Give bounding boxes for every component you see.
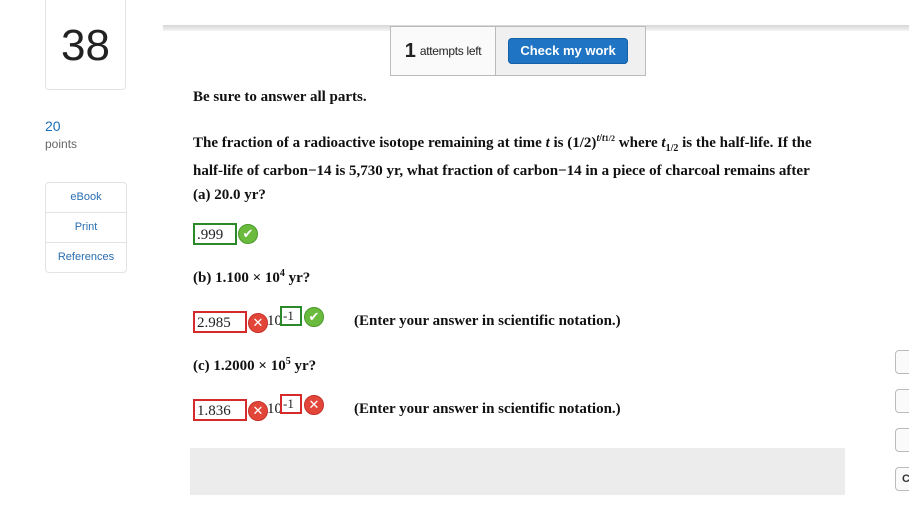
part-a-label: (a) 20.0 yr? bbox=[193, 187, 266, 203]
points-value: 20 bbox=[45, 118, 61, 134]
side-button[interactable] bbox=[895, 428, 909, 452]
part-c-label: (c) 1.2000 × 105 yr? bbox=[193, 356, 317, 374]
footer-panel bbox=[190, 448, 845, 495]
part-b-answer-input[interactable]: 2.985 bbox=[193, 311, 247, 333]
part-b-exponent-input[interactable]: -1 bbox=[280, 306, 302, 326]
part-c-note: (Enter your answer in scientific notatio… bbox=[354, 401, 621, 417]
part-b-note: (Enter your answer in scientific notatio… bbox=[354, 313, 621, 329]
attempt-toolbar: 1 attempts left Check my work bbox=[390, 26, 646, 76]
side-button[interactable] bbox=[895, 350, 909, 374]
part-c-exponent-input[interactable]: -1 bbox=[280, 394, 302, 414]
x-icon: ✕ bbox=[248, 401, 268, 421]
question-number: 38 bbox=[45, 0, 126, 90]
side-button[interactable]: C bbox=[895, 467, 909, 491]
attempts-count: 1 bbox=[404, 39, 416, 62]
check-icon: ✔ bbox=[304, 307, 324, 327]
problem-statement: The fraction of a radioactive isotope re… bbox=[193, 133, 812, 179]
instructions: Be sure to answer all parts. bbox=[193, 89, 367, 105]
print-link[interactable]: Print bbox=[46, 212, 126, 242]
ebook-link[interactable]: eBook bbox=[46, 183, 126, 212]
side-button[interactable] bbox=[895, 389, 909, 413]
references-link[interactable]: References bbox=[46, 242, 126, 272]
attempts-counter: 1 attempts left bbox=[391, 27, 496, 75]
check-icon: ✔ bbox=[238, 224, 258, 244]
check-my-work-button[interactable]: Check my work bbox=[508, 38, 628, 64]
part-a-answer-input[interactable]: .999 bbox=[193, 223, 237, 245]
part-c-answer-input[interactable]: 1.836 bbox=[193, 399, 247, 421]
x-icon: ✕ bbox=[248, 313, 268, 333]
attempts-label: attempts left bbox=[419, 44, 482, 58]
tools-panel: eBook Print References bbox=[45, 182, 127, 273]
points-label: points bbox=[45, 137, 78, 151]
x-icon: ✕ bbox=[304, 395, 324, 415]
part-b-label: (b) 1.100 × 104 yr? bbox=[193, 268, 311, 286]
